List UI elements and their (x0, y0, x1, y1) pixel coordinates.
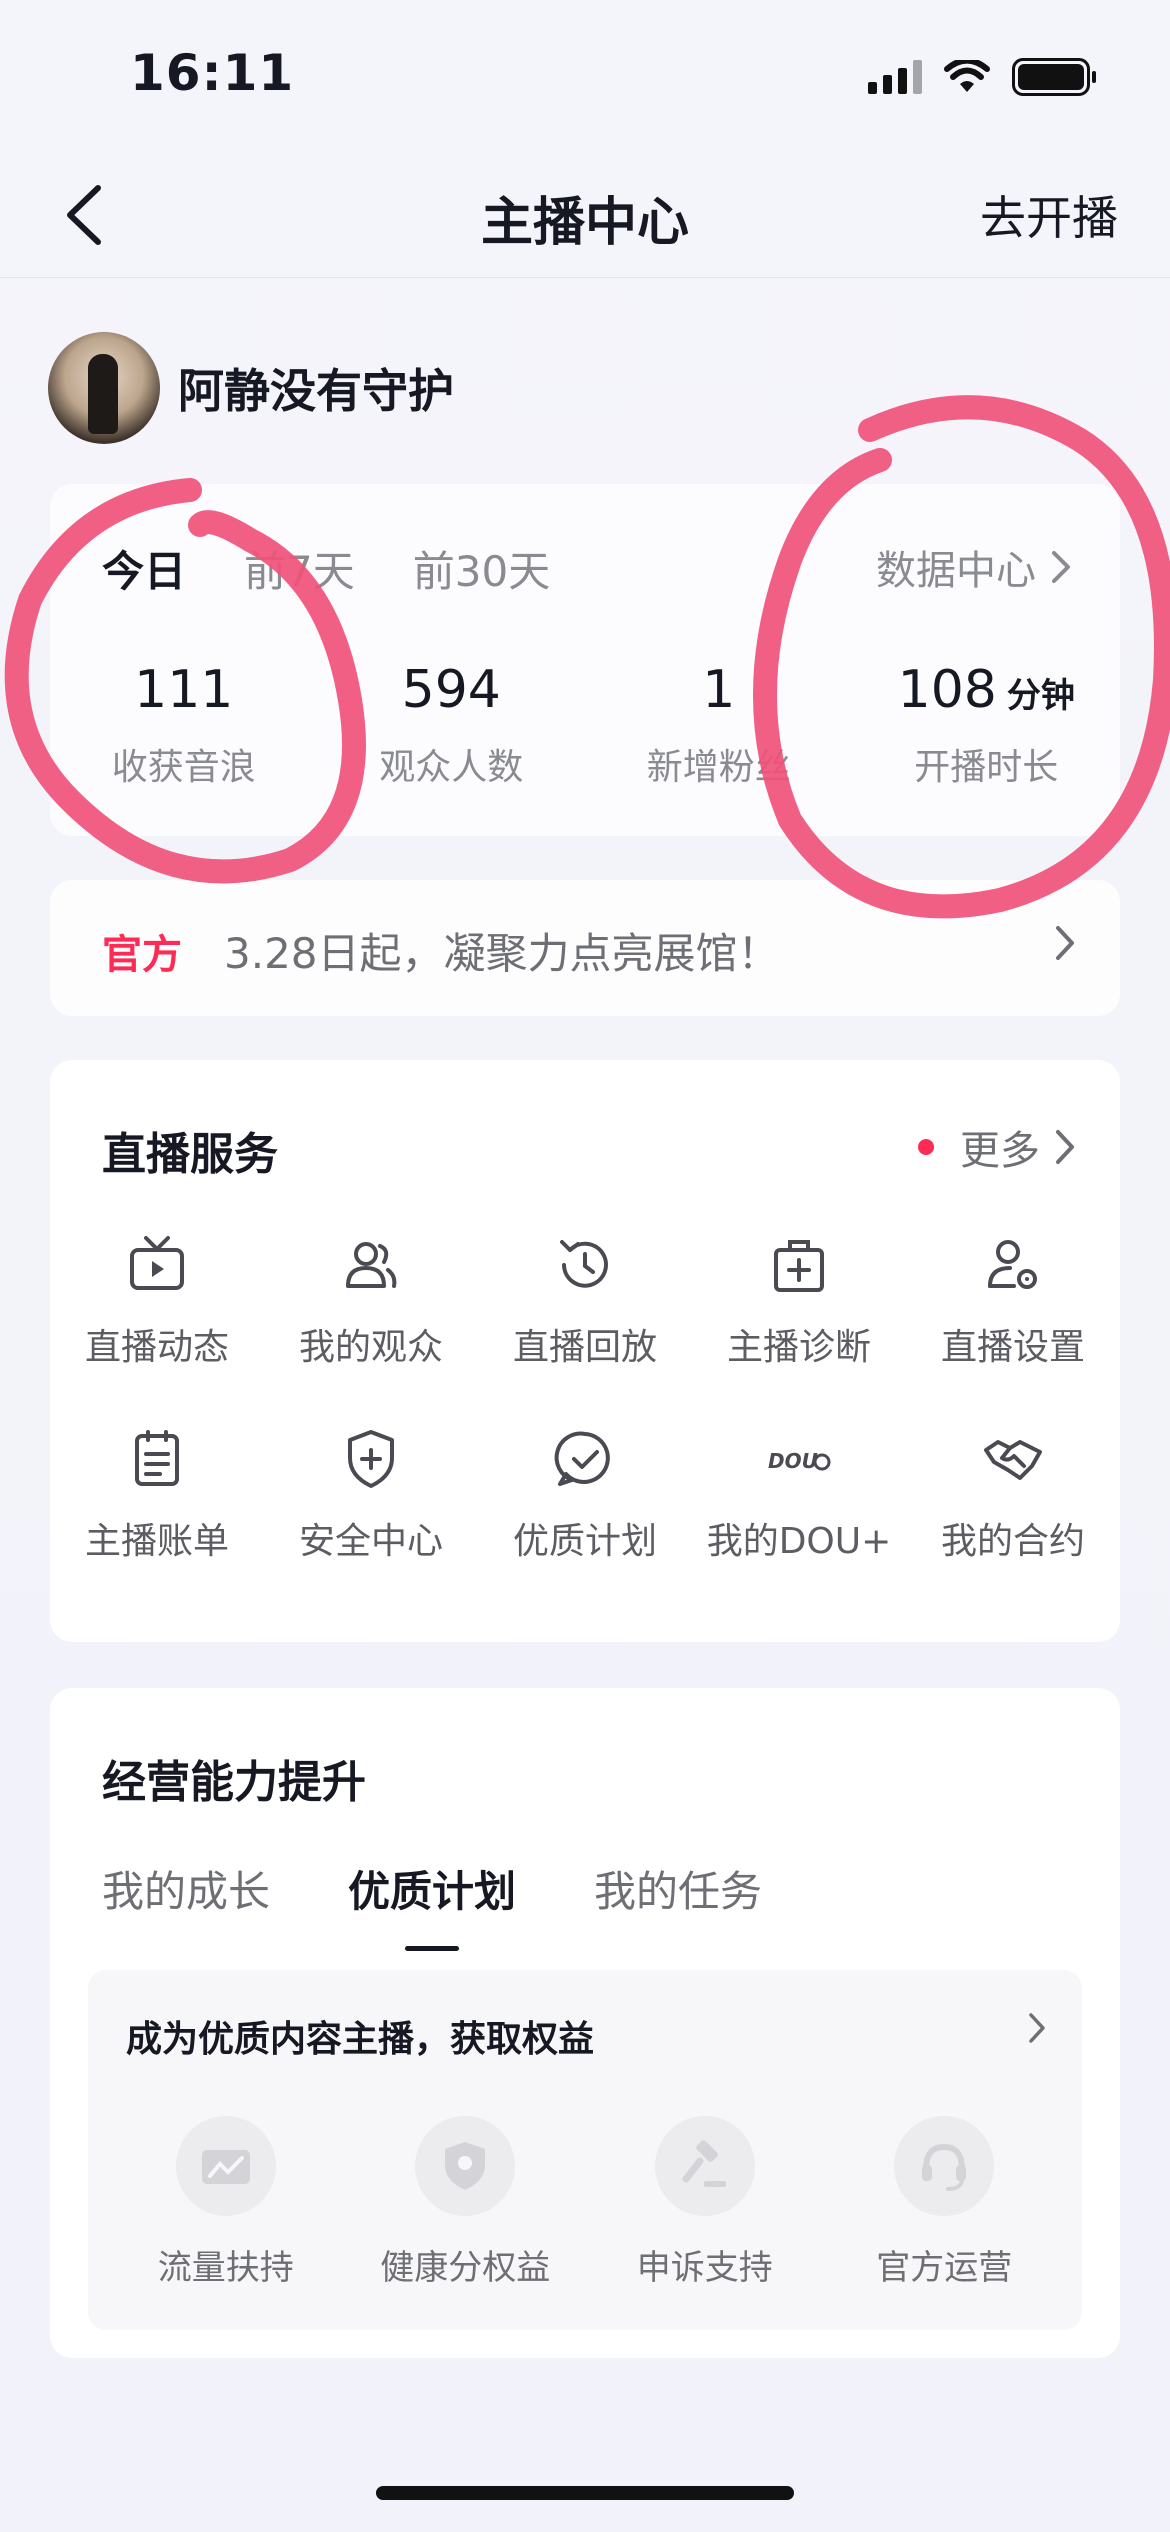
chevron-right-icon (1056, 926, 1074, 960)
notice-text: 3.28日起，凝聚力点亮展馆！ (224, 929, 780, 978)
service-streamer-diagnosis[interactable]: 主播诊断 (692, 1232, 906, 1370)
more-label: 更多 (960, 1128, 1040, 1174)
benefit-label: 健康分权益 (380, 2248, 551, 2288)
benefit-label: 流量扶持 (157, 2248, 294, 2288)
tab-quality-plan[interactable]: 优质计划 (348, 1858, 516, 1951)
status-bar: 16:11 (0, 0, 1170, 150)
service-label: 主播账单 (84, 1521, 229, 1562)
headset-icon (894, 2116, 995, 2216)
stat-viewers[interactable]: 594 观众人数 (318, 660, 586, 790)
status-icons (868, 58, 1096, 96)
section-title: 经营能力提升 (102, 1757, 366, 1808)
stat-label: 新增粉丝 (646, 747, 791, 788)
business-growth-card: 经营能力提升 我的成长 优质计划 我的任务 成为优质内容主播，获取权益 流量扶持… (50, 1688, 1120, 2358)
shield-icon (415, 2116, 516, 2216)
user-settings-icon (988, 1240, 1037, 1289)
signal-icon (868, 60, 922, 94)
home-indicator[interactable] (376, 2486, 794, 2500)
tab-my-tasks[interactable]: 我的任务 (594, 1858, 762, 1919)
battery-icon (1012, 58, 1096, 96)
service-my-audience[interactable]: 我的观众 (264, 1232, 478, 1370)
quality-plan-panel[interactable]: 成为优质内容主播，获取权益 流量扶持 健康分权益 申诉支持 官方运营 (88, 1970, 1082, 2330)
service-live-feed[interactable]: 直播动态 (50, 1232, 264, 1370)
live-services-card: 直播服务 更多 直播动态 我的观众 直播回放 主播诊断 直播设置 主播账单 安全… (50, 1060, 1120, 1642)
stats-row: 111 收获音浪 594 观众人数 1 新增粉丝 108 分钟 开播时长 (50, 660, 1120, 790)
avatar[interactable] (48, 332, 160, 444)
service-my-contract[interactable]: 我的合约 (906, 1426, 1120, 1564)
benefit-traffic-support[interactable]: 流量扶持 (116, 2116, 336, 2289)
data-center-label: 数据中心 (876, 548, 1036, 594)
gavel-icon (654, 2116, 755, 2216)
chevron-right-icon (1052, 551, 1070, 583)
service-streamer-bill[interactable]: 主播账单 (50, 1426, 264, 1564)
stats-card: 今日 前7天 前30天 数据中心 111 收获音浪 594 观众人数 1 新增粉… (50, 484, 1120, 836)
benefit-label: 申诉支持 (636, 2248, 773, 2288)
bill-icon (135, 1430, 179, 1486)
benefit-label: 官方运营 (876, 2248, 1013, 2288)
period-tabs: 今日 前7天 前30天 (102, 538, 550, 599)
tv-icon (130, 1236, 184, 1290)
chevron-right-icon (1029, 2013, 1045, 2043)
stat-sound-waves[interactable]: 111 收获音浪 (50, 660, 318, 790)
more-link[interactable]: 更多 (918, 1118, 1076, 1176)
data-center-link[interactable]: 数据中心 (876, 538, 1072, 596)
service-label: 我的DOU+ (706, 1521, 892, 1562)
wifi-icon (944, 60, 990, 92)
tab-30-days[interactable]: 前30天 (413, 538, 550, 599)
tab-today[interactable]: 今日 (102, 538, 186, 599)
service-label: 主播诊断 (726, 1327, 871, 1368)
service-label: 我的合约 (940, 1521, 1085, 1562)
benefit-health-score[interactable]: 健康分权益 (355, 2116, 575, 2289)
section-title: 直播服务 (102, 1129, 278, 1180)
panel-title: 成为优质内容主播，获取权益 (126, 2019, 595, 2060)
service-my-dou-plus[interactable]: DOU 我的DOU+ (692, 1426, 906, 1564)
medical-kit-icon (774, 1240, 824, 1292)
official-tag: 官方 (102, 932, 182, 978)
user-name: 阿静没有守护 (178, 364, 454, 418)
traffic-chart-icon (175, 2116, 276, 2216)
check-bubble-icon (554, 1431, 610, 1486)
stat-label: 开播时长 (914, 747, 1059, 788)
stat-value: 111 (134, 660, 234, 720)
stat-live-duration[interactable]: 108 分钟 开播时长 (853, 660, 1121, 790)
stat-value: 594 (401, 660, 501, 720)
service-quality-plan[interactable]: 优质计划 (478, 1426, 692, 1564)
service-live-settings[interactable]: 直播设置 (906, 1232, 1120, 1370)
service-label: 直播设置 (940, 1327, 1085, 1368)
red-dot-badge (918, 1139, 934, 1155)
benefit-official-operation[interactable]: 官方运营 (834, 2116, 1054, 2289)
stat-new-followers[interactable]: 1 新增粉丝 (585, 660, 853, 790)
go-live-button[interactable]: 去开播 (980, 182, 1118, 248)
status-time: 16:11 (130, 44, 295, 102)
benefits-row: 流量扶持 健康分权益 申诉支持 官方运营 (88, 2116, 1082, 2289)
service-live-replay[interactable]: 直播回放 (478, 1232, 692, 1370)
shield-plus-icon (348, 1430, 394, 1488)
benefit-appeal-support[interactable]: 申诉支持 (595, 2116, 815, 2289)
audience-icon (346, 1242, 397, 1288)
svg-text:DOU: DOU (768, 1449, 818, 1473)
stat-value: 108 分钟 (897, 660, 1075, 720)
replay-icon (560, 1240, 608, 1288)
business-tabs: 我的成长 优质计划 我的任务 (102, 1858, 762, 1951)
service-label: 优质计划 (512, 1521, 657, 1562)
nav-bar: 主播中心 去开播 (0, 150, 1170, 278)
service-label: 安全中心 (298, 1521, 443, 1562)
service-label: 我的观众 (298, 1327, 443, 1368)
tab-my-growth[interactable]: 我的成长 (102, 1858, 270, 1919)
stat-value: 1 (702, 660, 736, 720)
handshake-icon (984, 1440, 1042, 1480)
service-label: 直播动态 (84, 1327, 229, 1368)
service-security-center[interactable]: 安全中心 (264, 1426, 478, 1564)
stat-label: 收获音浪 (111, 747, 256, 788)
stat-label: 观众人数 (379, 747, 524, 788)
official-notice-banner[interactable]: 官方 3.28日起，凝聚力点亮展馆！ (50, 880, 1120, 1016)
stat-unit: 分钟 (1006, 676, 1075, 716)
service-grid: 直播动态 我的观众 直播回放 主播诊断 直播设置 主播账单 安全中心 优质计划 (50, 1232, 1120, 1564)
profile-header[interactable]: 阿静没有守护 (48, 332, 454, 444)
chevron-right-icon (1056, 1130, 1074, 1164)
service-label: 直播回放 (512, 1327, 657, 1368)
tab-7-days[interactable]: 前7天 (244, 538, 355, 599)
dou-plus-icon: DOU (768, 1449, 831, 1473)
